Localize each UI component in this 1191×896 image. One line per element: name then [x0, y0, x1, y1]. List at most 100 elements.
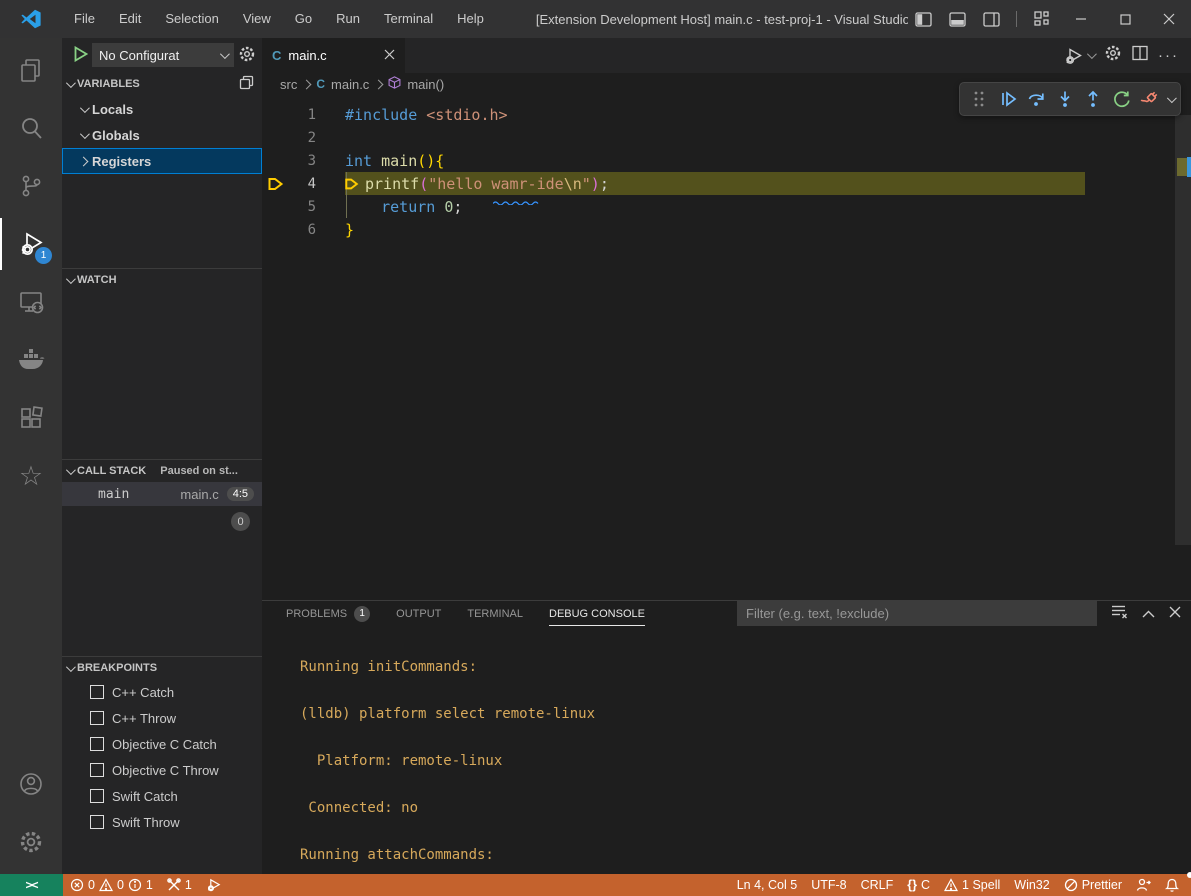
eol-sequence[interactable]: CRLF — [854, 874, 901, 896]
menu-view[interactable]: View — [231, 0, 283, 38]
tab-debug-console[interactable]: DEBUG CONSOLE — [549, 601, 645, 626]
breakpoint-cpp-catch[interactable]: C++ Catch — [62, 679, 262, 705]
code-editor[interactable]: 1 #include <stdio.h> 2 3 int main(){ — [262, 95, 1191, 600]
circle-slash-icon — [1064, 878, 1078, 892]
debug-status-icon[interactable] — [199, 874, 229, 896]
extensions-icon[interactable] — [0, 392, 62, 444]
maximize-panel-icon[interactable] — [1142, 605, 1155, 623]
menu-edit[interactable]: Edit — [107, 0, 153, 38]
menu-selection[interactable]: Selection — [153, 0, 230, 38]
feedback-icon[interactable] — [1129, 874, 1158, 896]
overview-ruler-currentline-marker — [1177, 158, 1187, 176]
run-or-debug-button[interactable] — [1064, 46, 1094, 66]
drag-grip-icon[interactable] — [966, 85, 992, 113]
step-over-button[interactable] — [1023, 85, 1049, 113]
checkbox[interactable] — [90, 737, 104, 751]
debug-config-dropdown[interactable]: No Configurat — [92, 43, 234, 67]
close-tab-icon[interactable] — [384, 48, 395, 63]
tab-problems[interactable]: PROBLEMS 1 — [286, 601, 370, 626]
editor-scrollbar[interactable] — [1175, 115, 1191, 545]
debug-sidebar: No Configurat VARIABLES Locals — [62, 38, 262, 874]
notifications-bell-icon[interactable] — [1158, 874, 1191, 896]
step-into-button[interactable] — [1051, 85, 1077, 113]
run-and-debug-icon[interactable]: 1 — [0, 218, 62, 270]
customize-layout-icon[interactable] — [1027, 4, 1057, 34]
watch-section-header[interactable]: WATCH — [62, 269, 262, 291]
spell-checker-status[interactable]: 1 Spell — [937, 874, 1007, 896]
menu-go[interactable]: Go — [283, 0, 324, 38]
breakpoint-swift-throw[interactable]: Swift Throw — [62, 809, 262, 835]
disconnect-button[interactable] — [1137, 85, 1163, 113]
menu-file[interactable]: File — [62, 0, 107, 38]
minimize-button[interactable] — [1059, 0, 1103, 38]
editor-gear-icon[interactable] — [1104, 44, 1122, 67]
variables-locals[interactable]: Locals — [62, 96, 262, 122]
settings-gear-icon[interactable] — [0, 816, 62, 868]
console-filter-input[interactable] — [737, 601, 1097, 626]
checkbox[interactable] — [90, 685, 104, 699]
accounts-icon[interactable] — [0, 758, 62, 810]
tools-status[interactable]: 1 — [160, 874, 199, 896]
collapse-variables-icon[interactable] — [239, 75, 254, 93]
checkbox[interactable] — [90, 815, 104, 829]
breadcrumb-file[interactable]: main.c — [331, 77, 369, 92]
remote-explorer-icon[interactable] — [0, 276, 62, 328]
debug-console-output: Running initCommands: (lldb) platform se… — [262, 626, 1191, 896]
tab-main-c[interactable]: C main.c — [262, 38, 405, 73]
chevron-right-icon — [79, 156, 89, 166]
remote-indicator[interactable]: >< — [0, 874, 63, 896]
close-window-button[interactable] — [1147, 0, 1191, 38]
breakpoints-section-header[interactable]: BREAKPOINTS — [62, 657, 262, 679]
toggle-sidebar-icon[interactable] — [908, 4, 938, 34]
error-icon — [70, 878, 84, 892]
breakpoint-objc-catch[interactable]: Objective C Catch — [62, 731, 262, 757]
menu-terminal[interactable]: Terminal — [372, 0, 445, 38]
call-stack-section-header[interactable]: CALL STACK Paused on st... — [62, 460, 262, 482]
breadcrumb-src[interactable]: src — [280, 77, 297, 92]
cursor-position[interactable]: Ln 4, Col 5 — [730, 874, 804, 896]
checkbox[interactable] — [90, 763, 104, 777]
problems-status[interactable]: 0 0 1 — [63, 874, 160, 896]
step-out-button[interactable] — [1080, 85, 1106, 113]
more-actions-icon[interactable]: ··· — [1158, 47, 1179, 64]
maximize-button[interactable] — [1103, 0, 1147, 38]
split-editor-icon[interactable] — [1132, 45, 1148, 66]
breakpoint-cpp-throw[interactable]: C++ Throw — [62, 705, 262, 731]
favorites-star-icon[interactable]: ☆ — [0, 450, 62, 502]
source-control-icon[interactable] — [0, 160, 62, 212]
variables-section-header[interactable]: VARIABLES — [62, 72, 262, 96]
spellcheck-squiggle — [493, 191, 539, 209]
title-bar: File Edit Selection View Go Run Terminal… — [0, 0, 1191, 38]
language-mode[interactable]: {} C — [900, 874, 937, 896]
menu-help[interactable]: Help — [445, 0, 496, 38]
debug-toolbar-more-icon[interactable] — [1167, 93, 1177, 103]
formatter-status[interactable]: Prettier — [1057, 874, 1129, 896]
encoding[interactable]: UTF-8 — [804, 874, 853, 896]
breakpoint-swift-catch[interactable]: Swift Catch — [62, 783, 262, 809]
current-line-gutter-arrow-icon[interactable] — [262, 177, 290, 191]
restart-button[interactable] — [1108, 85, 1134, 113]
tab-output[interactable]: OUTPUT — [396, 601, 441, 626]
warning-icon — [944, 878, 958, 892]
start-debug-icon[interactable] — [74, 46, 88, 65]
inline-breakpoint-icon[interactable] — [345, 177, 365, 191]
toggle-secondary-sidebar-icon[interactable] — [976, 4, 1006, 34]
tab-terminal[interactable]: TERMINAL — [467, 601, 523, 626]
close-panel-icon[interactable] — [1169, 605, 1181, 623]
toggle-panel-icon[interactable] — [942, 4, 972, 34]
breadcrumb-symbol[interactable]: main() — [407, 77, 444, 92]
variables-registers[interactable]: Registers — [62, 148, 262, 174]
menu-run[interactable]: Run — [324, 0, 372, 38]
breakpoint-objc-throw[interactable]: Objective C Throw — [62, 757, 262, 783]
debug-gear-icon[interactable] — [238, 45, 256, 66]
explorer-icon[interactable] — [0, 44, 62, 96]
clear-console-icon[interactable] — [1111, 604, 1128, 624]
checkbox[interactable] — [90, 789, 104, 803]
continue-button[interactable] — [994, 85, 1020, 113]
call-stack-frame[interactable]: main main.c 4:5 — [62, 482, 262, 506]
checkbox[interactable] — [90, 711, 104, 725]
variables-globals[interactable]: Globals — [62, 122, 262, 148]
docker-icon[interactable] — [0, 334, 62, 386]
search-icon[interactable] — [0, 102, 62, 154]
platform-target[interactable]: Win32 — [1007, 874, 1056, 896]
